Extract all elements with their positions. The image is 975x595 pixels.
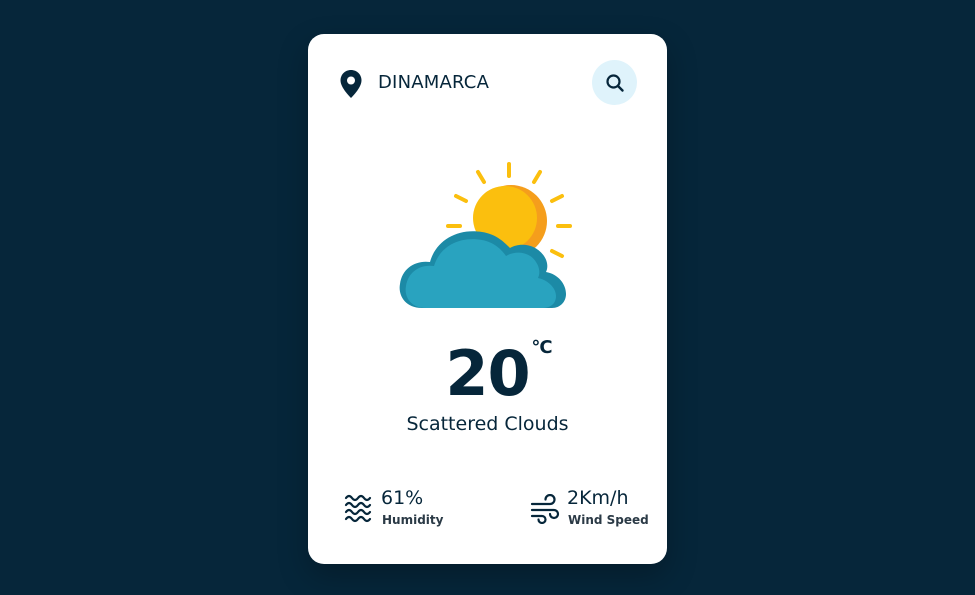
wind-label: Wind Speed xyxy=(568,513,649,527)
wind-value: 2Km/h xyxy=(567,487,629,509)
card-header: DINAMARCA xyxy=(308,34,667,134)
humidity-value: 61% xyxy=(381,487,424,509)
wind-icon xyxy=(530,494,560,524)
humidity-label: Humidity xyxy=(382,513,444,527)
weather-card: DINAMARCA 20 °C Scattered Clouds 61% Hum… xyxy=(308,34,667,564)
temperature-unit: °C xyxy=(531,337,552,358)
search-button[interactable] xyxy=(592,60,637,105)
map-pin-icon xyxy=(340,70,362,98)
location-name: DINAMARCA xyxy=(378,72,490,93)
humidity-waves-icon xyxy=(344,494,372,523)
temperature-display: 20 °C xyxy=(308,334,667,414)
temperature-value: 20 xyxy=(445,337,530,410)
partly-cloudy-icon xyxy=(399,162,572,308)
weather-description: Scattered Clouds xyxy=(406,413,569,435)
search-icon xyxy=(605,73,624,92)
